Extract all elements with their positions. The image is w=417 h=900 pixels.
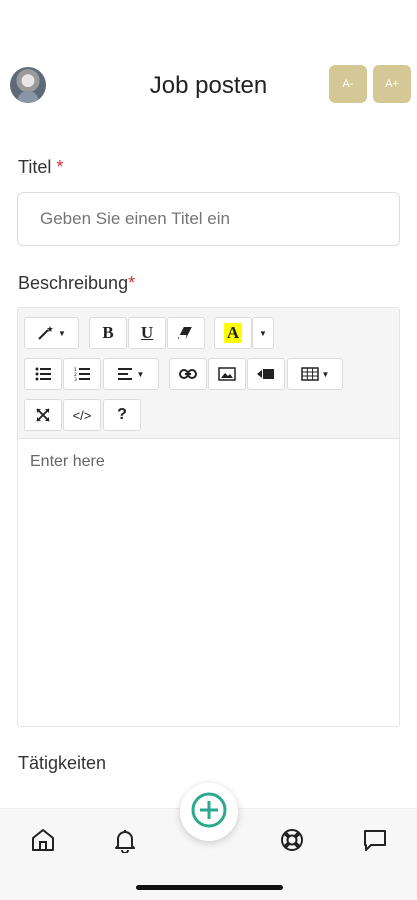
chat-icon[interactable] <box>360 825 390 855</box>
title-input[interactable] <box>17 192 400 246</box>
video-icon <box>257 368 275 380</box>
activities-label: Tätigkeiten <box>18 753 107 773</box>
image-icon <box>218 367 236 381</box>
add-job-button[interactable] <box>180 783 238 841</box>
editor-toolbar: ▼ B U A ▼ 123 ▼ ▼ </> ? <box>18 308 399 439</box>
numbered-list-icon: 123 <box>74 367 90 381</box>
expand-icon <box>36 408 50 422</box>
help-button[interactable]: ? <box>103 399 141 431</box>
caret-down-icon: ▼ <box>136 369 145 379</box>
bell-icon[interactable] <box>110 825 140 855</box>
insert-image-button[interactable] <box>208 358 246 390</box>
align-dropdown-button[interactable]: ▼ <box>103 358 159 390</box>
title-label-text: Titel <box>18 157 52 177</box>
required-mark: * <box>56 157 64 177</box>
home-indicator <box>136 885 283 890</box>
clear-format-button[interactable] <box>167 317 205 349</box>
underline-button[interactable]: U <box>128 317 166 349</box>
font-increase-button[interactable]: A+ <box>373 65 411 103</box>
align-left-icon <box>117 368 134 380</box>
bullet-list-button[interactable] <box>24 358 62 390</box>
highlight-color-button[interactable]: A <box>214 317 252 349</box>
style-dropdown-button[interactable]: ▼ <box>24 317 79 349</box>
rich-text-editor: ▼ B U A ▼ 123 ▼ ▼ </> ? Enter here <box>17 307 400 727</box>
caret-down-icon: ▼ <box>321 369 330 379</box>
font-decrease-button[interactable]: A- <box>329 65 367 103</box>
home-icon[interactable] <box>28 825 58 855</box>
bullet-list-icon <box>35 367 51 381</box>
eraser-icon <box>178 326 194 340</box>
editor-content-area[interactable]: Enter here <box>30 453 105 471</box>
description-label-text: Beschreibung <box>18 273 129 293</box>
numbered-list-button[interactable]: 123 <box>63 358 101 390</box>
lifebuoy-icon[interactable] <box>277 825 307 855</box>
insert-table-button[interactable]: ▼ <box>287 358 343 390</box>
caret-down-icon: ▼ <box>58 328 66 338</box>
code-view-button[interactable]: </> <box>63 399 101 431</box>
description-label: Beschreibung* <box>18 273 135 294</box>
insert-link-button[interactable] <box>169 358 207 390</box>
insert-video-button[interactable] <box>247 358 285 390</box>
caret-down-icon: ▼ <box>259 328 267 338</box>
required-mark: * <box>128 273 136 293</box>
svg-text:3: 3 <box>74 377 77 381</box>
fullscreen-button[interactable] <box>24 399 62 431</box>
bold-button[interactable]: B <box>89 317 127 349</box>
highlight-a-icon: A <box>223 323 243 343</box>
app-header: Job posten A- A+ <box>0 62 417 108</box>
highlight-color-dropdown[interactable]: ▼ <box>252 317 274 349</box>
title-label: Titel * <box>18 157 63 178</box>
magic-wand-icon <box>37 325 55 341</box>
link-icon <box>179 369 197 379</box>
add-circle-icon <box>190 791 228 834</box>
table-icon <box>300 367 319 381</box>
